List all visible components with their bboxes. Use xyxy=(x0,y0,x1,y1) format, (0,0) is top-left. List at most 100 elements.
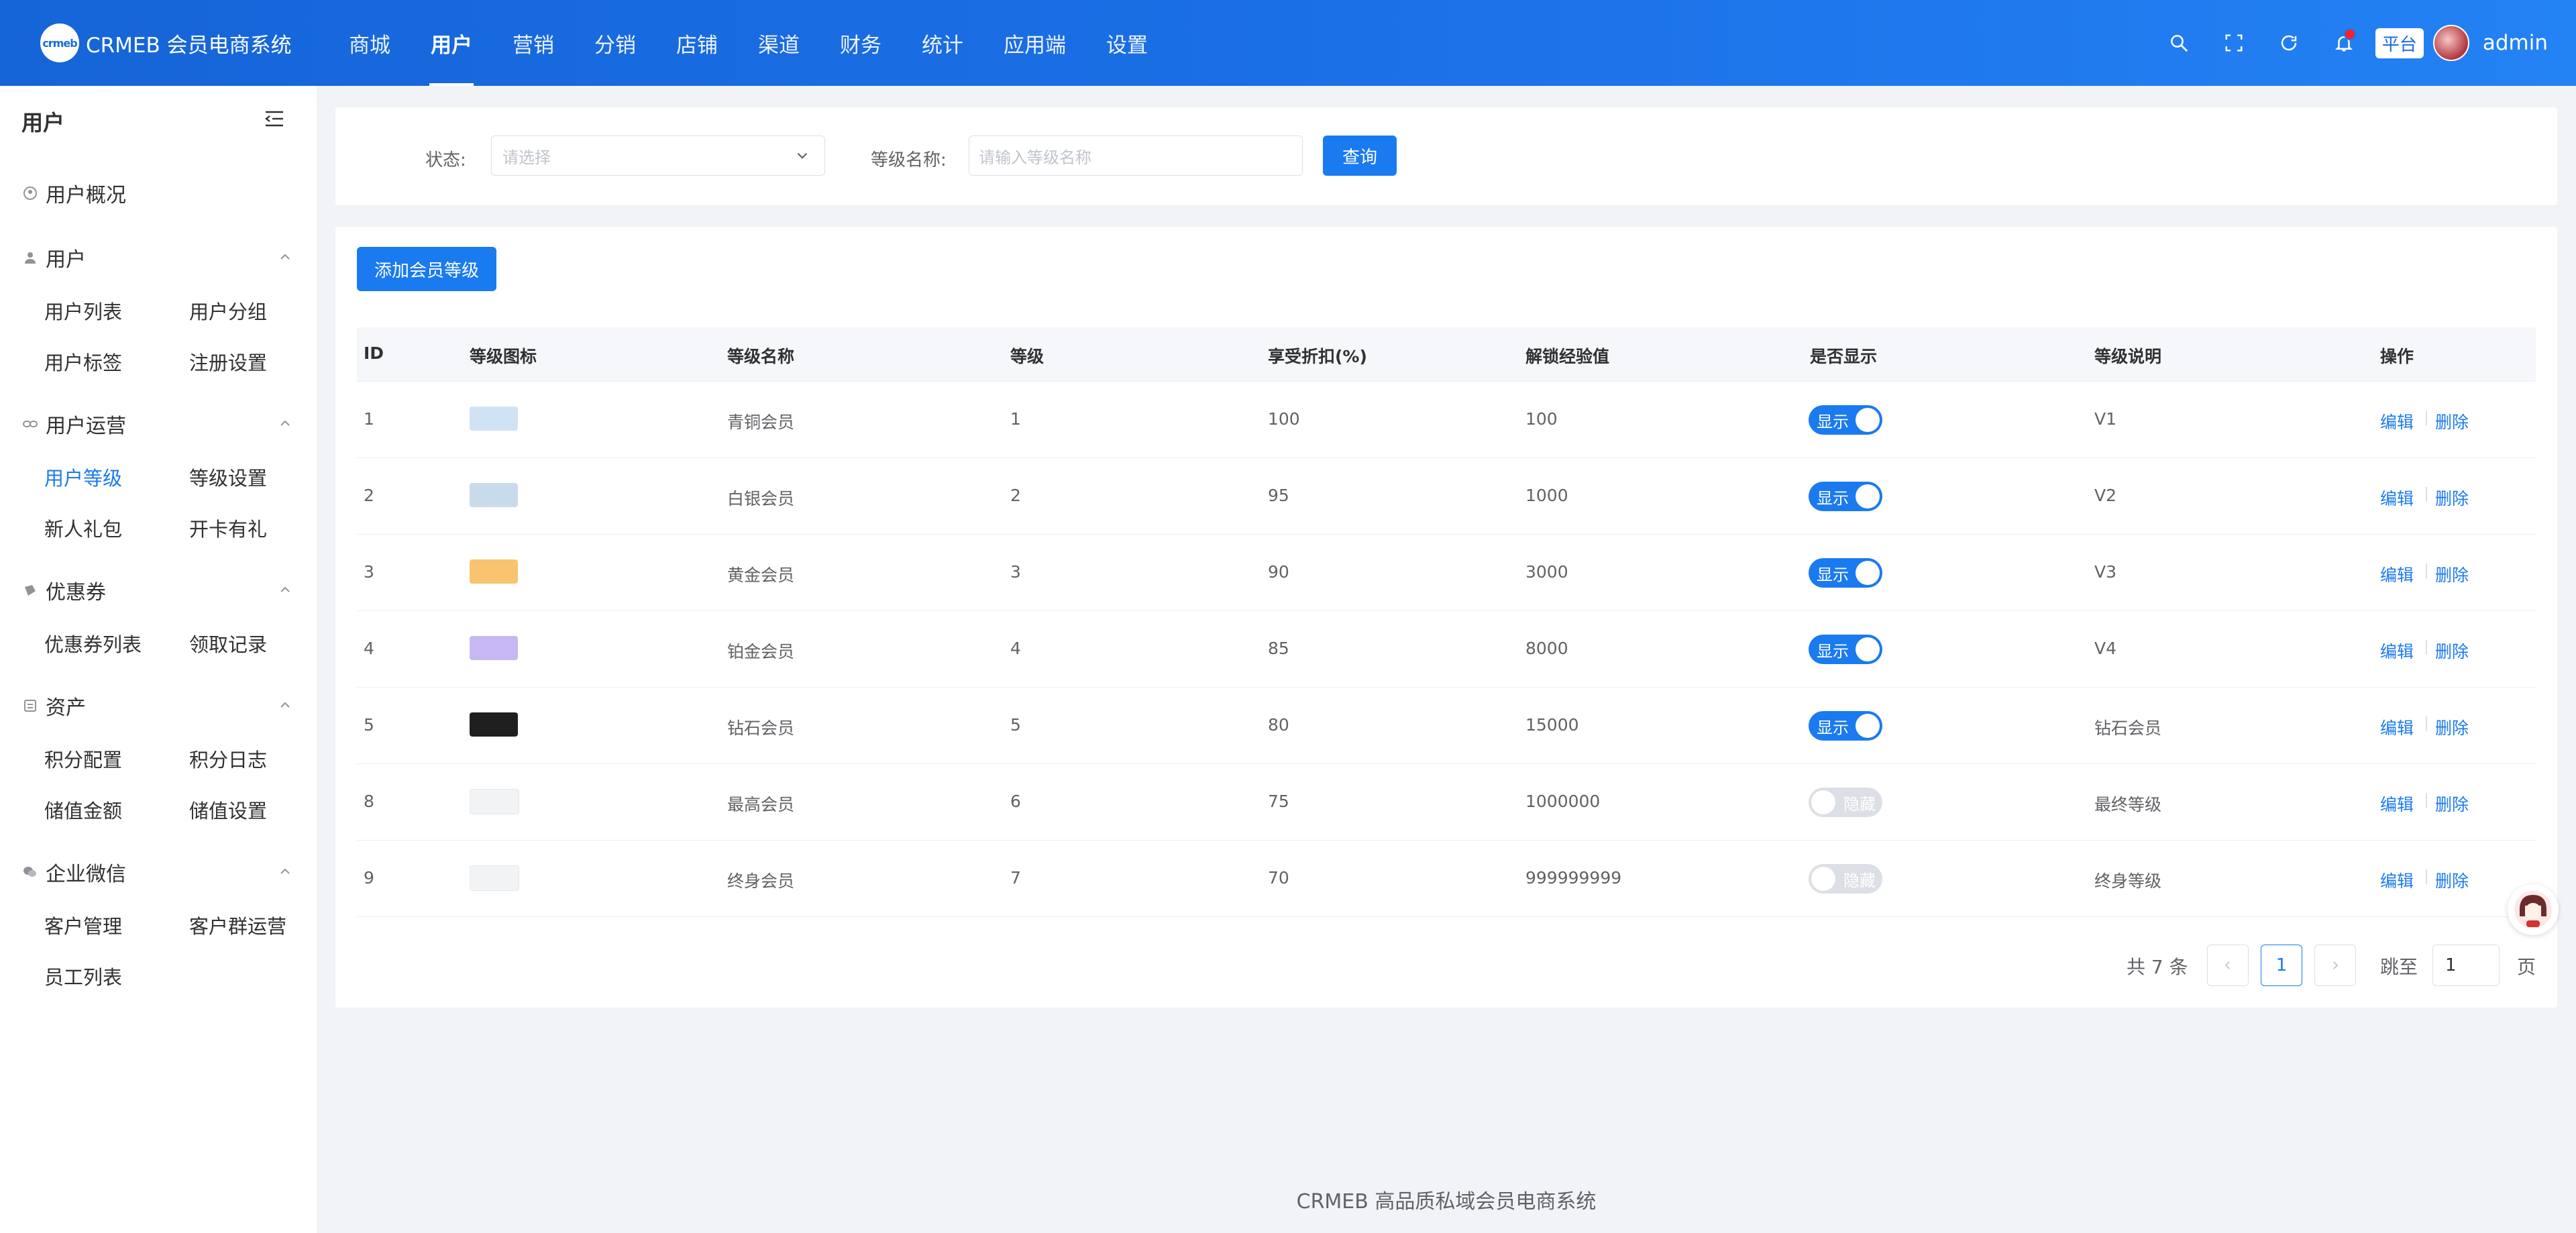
col-desc: 等级说明 xyxy=(2094,347,2162,366)
sidebar-item-coupon-list[interactable]: 优惠券列表 xyxy=(44,629,142,657)
avatar[interactable] xyxy=(2432,25,2469,61)
sidebar-item-overview[interactable]: 用户概况 xyxy=(21,178,126,208)
level-icon-image[interactable] xyxy=(470,636,518,660)
sidebar-group-wecom[interactable]: 企业微信 xyxy=(21,857,126,887)
cell-name: 铂金会员 xyxy=(727,642,795,661)
sidebar-item-points-config[interactable]: 积分配置 xyxy=(44,745,122,773)
sidebar-group-label: 优惠券 xyxy=(46,581,106,604)
sidebar-item-level-settings[interactable]: 等级设置 xyxy=(189,463,267,491)
bell-icon[interactable] xyxy=(2328,27,2360,59)
delete-link[interactable]: 删除 xyxy=(2435,715,2469,739)
edit-link[interactable]: 编辑 xyxy=(2380,639,2414,663)
level-name-input[interactable]: 请输入等级名称 xyxy=(969,136,1303,176)
topnav-item-settings[interactable]: 设置 xyxy=(1106,0,1148,86)
fullscreen-icon[interactable] xyxy=(2218,27,2250,59)
assistant-avatar-icon xyxy=(2514,891,2552,928)
assistant-avatar-button[interactable] xyxy=(2508,884,2559,935)
toggle-label: 隐藏 xyxy=(1843,871,1876,890)
sidebar-item-user-tag[interactable]: 用户标签 xyxy=(44,347,122,376)
level-icon-image[interactable] xyxy=(470,865,519,891)
visibility-toggle[interactable]: 隐藏 xyxy=(1809,788,1882,817)
sidebar-item-staff-list[interactable]: 员工列表 xyxy=(44,962,122,990)
sidebar-group-assets[interactable]: 资产 xyxy=(21,691,86,720)
sidebar-item-card-gift[interactable]: 开卡有礼 xyxy=(189,514,267,542)
level-icon-image[interactable] xyxy=(470,712,518,737)
toggle-knob xyxy=(1856,484,1880,508)
topnav-item-distribution[interactable]: 分销 xyxy=(594,0,636,86)
level-icon-image[interactable] xyxy=(470,407,518,431)
topnav-item-channel[interactable]: 渠道 xyxy=(758,0,800,86)
sidebar-item-newcomer-gift[interactable]: 新人礼包 xyxy=(44,514,122,542)
sidebar-item-stored-settings[interactable]: 储值设置 xyxy=(189,796,267,824)
table-row: 8 最高会员 6 75 1000000 最终等级 隐藏 编辑 删除 xyxy=(357,763,2536,841)
platform-tag[interactable]: 平台 xyxy=(2375,28,2424,58)
topnav-item-finance[interactable]: 财务 xyxy=(840,0,881,86)
chevron-up-icon[interactable] xyxy=(278,416,292,431)
level-icon-image[interactable] xyxy=(470,789,519,814)
visibility-toggle[interactable]: 显示 xyxy=(1809,635,1882,664)
topnav-item-marketing[interactable]: 营销 xyxy=(513,0,554,86)
menu-collapse-icon[interactable] xyxy=(264,110,284,130)
edit-link[interactable]: 编辑 xyxy=(2380,562,2414,586)
delete-link[interactable]: 删除 xyxy=(2435,792,2469,816)
edit-link[interactable]: 编辑 xyxy=(2380,486,2414,510)
delete-link[interactable]: 删除 xyxy=(2435,639,2469,663)
delete-link[interactable]: 删除 xyxy=(2435,868,2469,892)
page-number-current[interactable]: 1 xyxy=(2261,945,2302,986)
sidebar-item-customer-group-ops[interactable]: 客户群运营 xyxy=(189,911,286,939)
add-member-level-button[interactable]: 添加会员等级 xyxy=(357,247,496,291)
level-icon-image[interactable] xyxy=(470,483,518,507)
visibility-toggle[interactable]: 显示 xyxy=(1809,558,1882,588)
sidebar-item-user-group[interactable]: 用户分组 xyxy=(189,297,267,325)
visibility-toggle[interactable]: 显示 xyxy=(1809,711,1882,741)
chevron-up-icon[interactable] xyxy=(278,582,292,597)
goto-page-input[interactable]: 1 xyxy=(2432,945,2500,986)
query-button[interactable]: 查询 xyxy=(1323,136,1397,176)
user-name[interactable]: admin xyxy=(2483,31,2548,55)
chevron-up-icon[interactable] xyxy=(278,250,292,264)
user-icon xyxy=(21,249,39,266)
sidebar-group-user-ops[interactable]: 用户运营 xyxy=(21,409,126,439)
delete-link[interactable]: 删除 xyxy=(2435,486,2469,510)
prev-page-button[interactable] xyxy=(2207,945,2249,986)
topnav-item-mall[interactable]: 商城 xyxy=(349,0,390,86)
sidebar-item-stored-amount[interactable]: 储值金额 xyxy=(44,796,122,824)
topnav-item-apps[interactable]: 应用端 xyxy=(1004,0,1066,86)
cell-name: 白银会员 xyxy=(727,489,795,508)
chevron-up-icon[interactable] xyxy=(278,864,292,879)
sidebar-item-user-list[interactable]: 用户列表 xyxy=(44,297,122,325)
sidebar-item-user-level[interactable]: 用户等级 xyxy=(44,463,122,491)
visibility-toggle[interactable]: 隐藏 xyxy=(1809,864,1882,894)
sidebar-group-coupon[interactable]: 优惠券 xyxy=(21,576,106,605)
topnav-item-user[interactable]: 用户 xyxy=(429,0,474,86)
toggle-knob xyxy=(1856,714,1880,738)
cell-grade: 2 xyxy=(1010,486,1021,505)
visibility-toggle[interactable]: 显示 xyxy=(1809,482,1882,511)
action-divider xyxy=(2426,564,2427,578)
topnav-item-statistics[interactable]: 统计 xyxy=(922,0,963,86)
sidebar-item-claim-records[interactable]: 领取记录 xyxy=(189,629,267,657)
delete-link[interactable]: 删除 xyxy=(2435,562,2469,586)
delete-link[interactable]: 删除 xyxy=(2435,409,2469,433)
table-card: 添加会员等级 ID 等级图标 等级名称 等级 享受折扣(%) 解锁经验值 是否显… xyxy=(335,227,2557,1008)
status-select[interactable]: 请选择 xyxy=(491,136,825,176)
logo[interactable]: crmeb CRMEB 会员电商系统 xyxy=(40,23,329,62)
sidebar-item-customer-mgmt[interactable]: 客户管理 xyxy=(44,911,122,939)
sidebar-group-user[interactable]: 用户 xyxy=(21,243,86,272)
toggle-knob xyxy=(1856,408,1880,432)
edit-link[interactable]: 编辑 xyxy=(2380,868,2414,892)
topnav-item-store[interactable]: 店铺 xyxy=(676,0,718,86)
cell-grade: 3 xyxy=(1010,562,1021,582)
search-icon[interactable] xyxy=(2163,27,2195,59)
edit-link[interactable]: 编辑 xyxy=(2380,409,2414,433)
level-icon-image[interactable] xyxy=(470,559,518,584)
refresh-icon[interactable] xyxy=(2273,27,2305,59)
next-page-button[interactable] xyxy=(2314,945,2356,986)
cell-desc: V1 xyxy=(2094,409,2117,429)
edit-link[interactable]: 编辑 xyxy=(2380,715,2414,739)
sidebar-item-register-settings[interactable]: 注册设置 xyxy=(189,347,267,376)
visibility-toggle[interactable]: 显示 xyxy=(1809,405,1882,435)
chevron-up-icon[interactable] xyxy=(278,698,292,712)
sidebar-item-points-log[interactable]: 积分日志 xyxy=(189,745,267,773)
edit-link[interactable]: 编辑 xyxy=(2380,792,2414,816)
